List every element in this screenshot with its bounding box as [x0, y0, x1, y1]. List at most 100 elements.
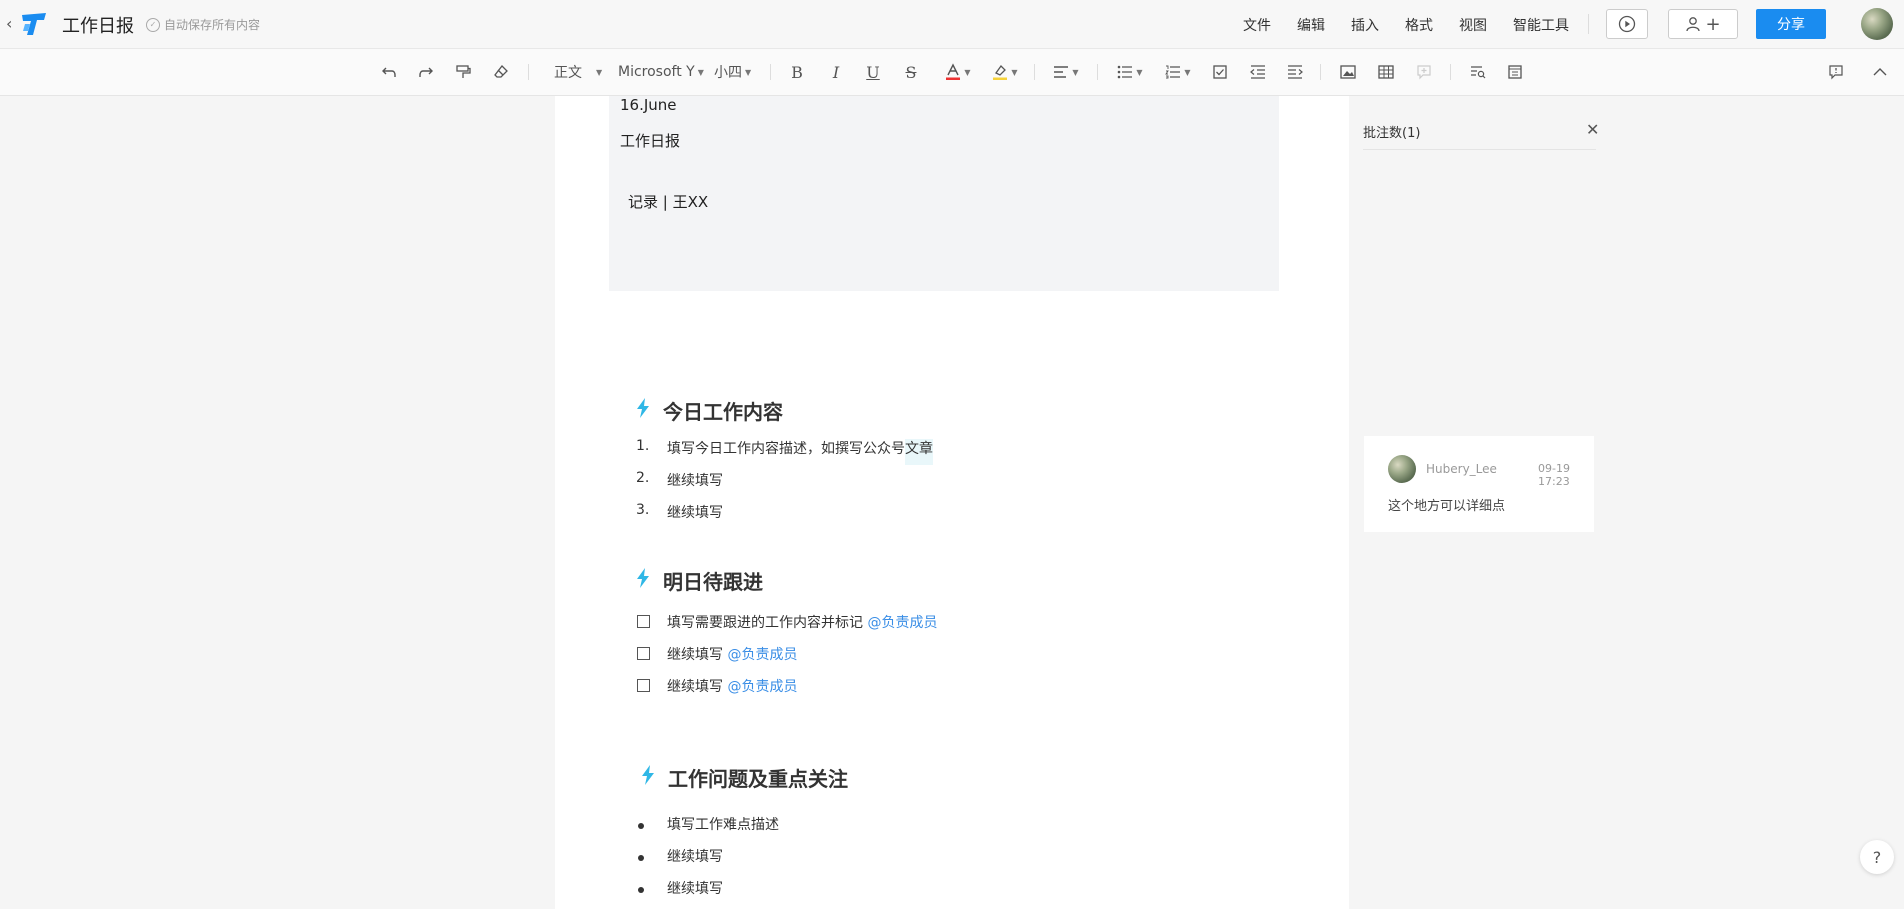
commented-text[interactable]: 文章: [905, 439, 933, 465]
header-block: [609, 96, 1279, 291]
highlight-color-button[interactable]: ▼: [987, 61, 1023, 83]
image-icon[interactable]: [1338, 61, 1358, 83]
list-item: 继续填写: [667, 881, 723, 897]
header-title: 工作日报: [620, 132, 681, 150]
font-color-button[interactable]: ▼: [940, 61, 976, 83]
document-page[interactable]: 16.June 工作日报 记录 | 王XX 今日工作内容 1. 填写今日工作内容…: [555, 96, 1349, 909]
paragraph-style-select[interactable]: 正文 ▼: [554, 61, 602, 83]
caret-down-icon: ▼: [596, 67, 603, 77]
todo-checkbox[interactable]: [637, 647, 650, 660]
font-family-select[interactable]: Microsoft Y ▼: [618, 61, 704, 83]
lightning-icon: [637, 568, 649, 588]
share-button[interactable]: 分享: [1756, 9, 1826, 39]
mention-link[interactable]: @负责成员: [727, 679, 797, 695]
mention-link[interactable]: @负责成员: [867, 615, 937, 631]
divider: [528, 64, 529, 80]
comment-count: 批注数(1): [1363, 126, 1421, 141]
check-circle-icon: ✓: [146, 17, 160, 32]
comment-panel-icon[interactable]: [1826, 61, 1846, 83]
list-item: 继续填写: [667, 473, 723, 489]
italic-icon[interactable]: I: [826, 61, 846, 83]
todo-checkbox[interactable]: [637, 615, 650, 628]
user-avatar[interactable]: [1861, 8, 1893, 40]
clear-format-icon[interactable]: [490, 61, 512, 83]
caret-down-icon: ▼: [1184, 67, 1191, 77]
strikethrough-icon[interactable]: S: [901, 61, 921, 83]
comment-time: 09-19 17:23: [1538, 462, 1570, 488]
align-left-icon: [1054, 66, 1069, 78]
divider: [1034, 64, 1035, 80]
document-outline-icon[interactable]: [1505, 61, 1525, 83]
menu-insert[interactable]: 插入: [1351, 15, 1379, 35]
commenter-name: Hubery_Lee: [1426, 462, 1497, 476]
outdent-icon[interactable]: [1248, 61, 1268, 83]
help-button[interactable]: ?: [1860, 840, 1894, 874]
app-logo-icon: [22, 13, 46, 35]
play-icon: [1618, 15, 1636, 33]
comment-card[interactable]: Hubery_Lee 09-19 17:23 这个地方可以详细点: [1364, 436, 1594, 532]
caret-down-icon: ▼: [1072, 67, 1079, 77]
font-size-select[interactable]: 小四 ▼: [714, 61, 751, 83]
todo-item: 继续填写 @负责成员: [667, 647, 798, 663]
caret-down-icon: ▼: [1136, 67, 1143, 77]
underline-icon[interactable]: U: [863, 61, 883, 83]
font-color-icon: [946, 63, 961, 80]
bold-icon[interactable]: B: [787, 61, 807, 83]
indent-icon[interactable]: [1285, 61, 1305, 83]
autosave-text: 自动保存所有内容: [164, 18, 261, 32]
caret-down-icon: ▼: [745, 67, 752, 77]
section-title: 明日待跟进: [663, 570, 763, 594]
collapse-toolbar-icon[interactable]: [1870, 61, 1890, 83]
lightning-icon: [642, 765, 654, 785]
divider: [1450, 64, 1451, 80]
divider: [1588, 14, 1589, 34]
bullet-list-button[interactable]: ▼: [1114, 61, 1146, 83]
list-number: 2.: [636, 470, 650, 486]
back-icon[interactable]: ‹: [6, 14, 12, 33]
list-number: 1.: [636, 438, 650, 454]
list-number: 3.: [636, 502, 650, 518]
todo-checkbox[interactable]: [637, 679, 650, 692]
add-comment-icon[interactable]: [1414, 61, 1434, 83]
todo-item: 填写需要跟进的工作内容并标记 @负责成员: [667, 615, 938, 631]
menu-edit[interactable]: 编辑: [1297, 15, 1325, 35]
header-record: 记录 | 王XX: [628, 193, 709, 211]
numbered-list-button[interactable]: ▼: [1162, 61, 1194, 83]
paragraph-style-value: 正文: [554, 65, 582, 81]
font-size-value: 小四: [714, 65, 742, 81]
plus-icon: +: [1705, 13, 1721, 35]
comment-text: 这个地方可以详细点: [1388, 499, 1506, 514]
close-icon[interactable]: ✕: [1586, 120, 1599, 139]
divider: [1320, 64, 1321, 80]
redo-icon[interactable]: [415, 61, 437, 83]
menu-file[interactable]: 文件: [1243, 15, 1271, 35]
highlighter-icon: [993, 64, 1008, 80]
table-icon[interactable]: [1376, 61, 1396, 83]
comment-panel: 批注数(1) ✕ Hubery_Lee 09-19 17:23 这个地方可以详细…: [1349, 96, 1904, 909]
mention-link[interactable]: @负责成员: [727, 647, 797, 663]
divider: [1097, 64, 1098, 80]
commenter-avatar: [1388, 455, 1416, 483]
bullet: [638, 887, 644, 893]
add-collaborator-button[interactable]: +: [1668, 9, 1738, 39]
bullet-list-icon: [1118, 65, 1133, 79]
divider: [770, 64, 771, 80]
font-family-value: Microsoft Y: [618, 64, 695, 80]
bullet: [638, 855, 644, 861]
menu-view[interactable]: 视图: [1459, 15, 1487, 35]
numbered-list-icon: [1165, 65, 1181, 79]
find-replace-icon[interactable]: [1468, 61, 1488, 83]
caret-down-icon: ▼: [1011, 67, 1018, 77]
lightning-icon: [637, 398, 649, 418]
format-painter-icon[interactable]: [452, 61, 474, 83]
checklist-icon[interactable]: [1210, 61, 1230, 83]
align-button[interactable]: ▼: [1050, 61, 1082, 83]
section-title: 今日工作内容: [663, 400, 783, 424]
header-date: 16.June: [620, 96, 677, 114]
menu-smart-tools[interactable]: 智能工具: [1513, 15, 1569, 35]
menu-format[interactable]: 格式: [1405, 15, 1433, 35]
presentation-button[interactable]: [1606, 9, 1648, 39]
document-title[interactable]: 工作日报: [62, 12, 134, 38]
undo-icon[interactable]: [378, 61, 400, 83]
section-title: 工作问题及重点关注: [668, 767, 848, 791]
